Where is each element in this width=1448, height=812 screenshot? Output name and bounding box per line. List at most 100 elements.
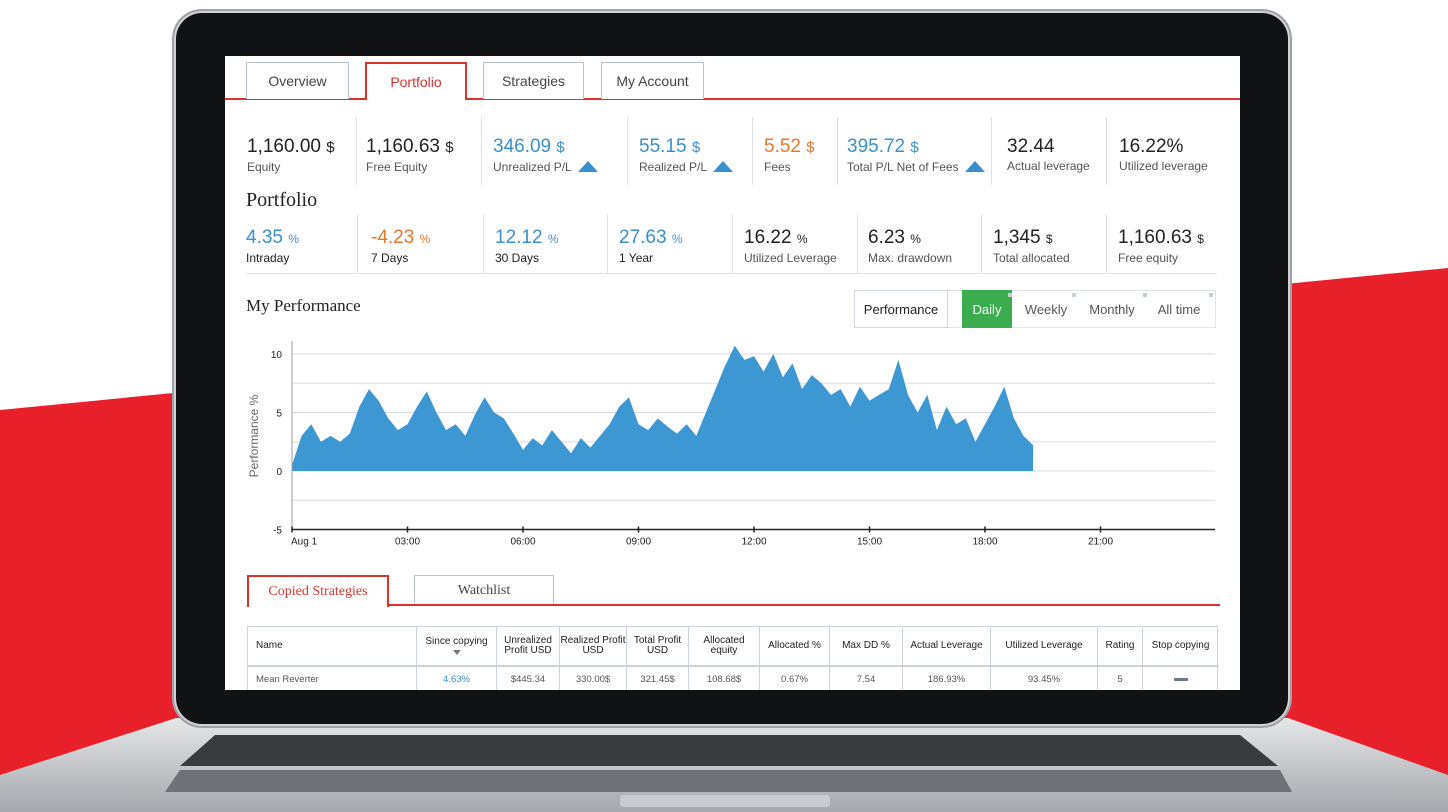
column-header[interactable]: Name xyxy=(248,627,417,665)
column-header[interactable]: Actual Leverage xyxy=(903,627,991,665)
all-time-toggle[interactable]: All time xyxy=(1151,290,1207,328)
divider xyxy=(857,214,858,274)
stat-label: Free Equity xyxy=(366,160,428,174)
stat-value: 1,160.63 xyxy=(1118,227,1192,248)
divider xyxy=(607,214,608,274)
minus-icon[interactable] xyxy=(1173,677,1188,681)
toggle-label: Daily xyxy=(972,301,1002,317)
column-header[interactable]: Utilized Leverage xyxy=(991,627,1098,665)
table-cell: 7.54 xyxy=(830,667,903,690)
y-tick-label: -5 xyxy=(273,526,282,537)
summary-equity: 1,160.00 $ Equity xyxy=(247,136,335,174)
stop-copying-button[interactable] xyxy=(1143,667,1218,690)
toggle-label: All time xyxy=(1157,301,1201,317)
portfolio-7-days: -4.23 % 7 Days xyxy=(371,227,430,265)
laptop-keyboard-base xyxy=(0,718,1448,812)
column-header[interactable]: Total Profit USD xyxy=(627,627,689,665)
portfolio-title: Portfolio xyxy=(246,189,318,211)
stat-unit: % xyxy=(288,232,299,246)
table-cell: 321.45$ xyxy=(627,667,689,690)
divider xyxy=(991,117,992,185)
stat-label: 1 Year xyxy=(619,251,654,265)
sort-down-icon[interactable] xyxy=(452,650,461,655)
y-axis-label: Performance % xyxy=(247,394,261,477)
summary-realized-pl: 55.15 $ Realized P/L xyxy=(639,136,734,174)
stat-label: Actual leverage xyxy=(1007,159,1090,173)
app-screen: Overview Portfolio Strategies My Account… xyxy=(225,56,1240,690)
portfolio-1-year: 27.63 % 1 Year xyxy=(619,227,683,265)
column-header[interactable]: Unrealized Profit USD xyxy=(497,627,560,665)
column-header[interactable]: Rating xyxy=(1098,627,1143,665)
tab-overview[interactable]: Overview xyxy=(246,62,349,99)
stat-unit: $ xyxy=(556,139,565,156)
column-header-sortable[interactable]: Since copying xyxy=(417,627,497,665)
x-tick-label: 06:00 xyxy=(510,537,535,548)
stat-label: Total allocated xyxy=(993,251,1070,265)
stat-unit: $ xyxy=(806,139,815,156)
triangle-up-icon xyxy=(713,161,734,172)
table-cell-name[interactable]: Mean Reverter xyxy=(248,667,417,690)
stat-value: 4.35 xyxy=(246,227,283,248)
divider xyxy=(1106,117,1107,185)
table-cell: 0.67% xyxy=(760,667,830,690)
summary-total-pl-net: 395.72 $ Total P/L Net of Fees xyxy=(847,136,985,174)
summary-actual-leverage: 32.44 Actual leverage xyxy=(1007,136,1090,173)
column-header[interactable]: Max DD % xyxy=(830,627,903,665)
performance-mode-button[interactable]: Performance xyxy=(854,290,948,328)
x-tick-label: 03:00 xyxy=(395,537,420,548)
stat-unit: $ xyxy=(1197,232,1204,246)
portfolio-total-allocated: 1,345 $ Total allocated xyxy=(993,227,1070,265)
tab-copied-strategies[interactable]: Copied Strategies xyxy=(247,575,389,607)
stat-value: 55.15 xyxy=(639,136,687,157)
main-tab-bar: Overview Portfolio Strategies My Account xyxy=(225,56,1240,100)
toggle-marker xyxy=(1143,293,1147,297)
tab-my-account[interactable]: My Account xyxy=(601,62,704,99)
x-tick-label: 21:00 xyxy=(1088,537,1113,548)
table-cell: 4.63% xyxy=(417,667,497,690)
x-tick-label: 15:00 xyxy=(857,537,882,548)
divider xyxy=(627,117,628,185)
toggle-marker xyxy=(1072,293,1076,297)
tab-label: Portfolio xyxy=(390,74,442,90)
stat-value: 1,345 xyxy=(993,227,1041,248)
column-header[interactable]: Stop copying xyxy=(1143,627,1218,665)
stat-label: 7 Days xyxy=(371,251,409,265)
tab-watchlist[interactable]: Watchlist xyxy=(414,575,554,606)
tab-label: Copied Strategies xyxy=(268,584,368,599)
stat-value: 395.72 xyxy=(847,136,906,157)
portfolio-utilized-leverage: 16.22 % Utilized Leverage xyxy=(744,227,837,265)
divider xyxy=(837,117,838,185)
tab-label: My Account xyxy=(616,73,689,89)
stat-label: Fees xyxy=(764,160,791,174)
stat-unit: $ xyxy=(910,139,919,156)
summary-utilized-leverage: 16.22% Utilized leverage xyxy=(1119,136,1208,173)
column-header[interactable]: Allocated % xyxy=(760,627,830,665)
tab-strategies[interactable]: Strategies xyxy=(483,62,584,99)
stat-value: 1,160.00 xyxy=(247,136,321,157)
stat-value: 27.63 xyxy=(619,227,667,248)
column-header[interactable]: Allocated equity xyxy=(689,627,760,665)
divider xyxy=(981,214,982,274)
table-cell: 108.68$ xyxy=(689,667,760,690)
summary-fees: 5.52 $ Fees xyxy=(764,136,815,174)
x-tick-label: 09:00 xyxy=(626,537,651,548)
stat-value: 1,160.63 xyxy=(366,136,440,157)
triangle-up-icon xyxy=(577,161,598,172)
divider xyxy=(481,117,482,185)
stat-unit: $ xyxy=(691,139,701,156)
weekly-toggle[interactable]: Weekly xyxy=(1019,290,1073,328)
monthly-toggle[interactable]: Monthly xyxy=(1082,290,1142,328)
bottom-tab-underline xyxy=(388,604,1220,606)
stat-value: 5.52 xyxy=(764,136,801,157)
tab-portfolio[interactable]: Portfolio xyxy=(365,62,467,100)
stat-value: 32.44 xyxy=(1007,136,1055,157)
x-tick-label: Aug 1 xyxy=(291,537,318,548)
table-cell: 186.93% xyxy=(903,667,991,690)
toggle-label: Weekly xyxy=(1024,301,1068,317)
stat-unit: % xyxy=(910,232,921,246)
daily-toggle[interactable]: Daily xyxy=(962,290,1012,328)
y-tick-label: 5 xyxy=(276,409,282,420)
stat-label: Utilized Leverage xyxy=(744,251,837,265)
column-header[interactable]: Realized Profit USD xyxy=(560,627,627,665)
stat-value: 6.23 xyxy=(868,227,905,248)
